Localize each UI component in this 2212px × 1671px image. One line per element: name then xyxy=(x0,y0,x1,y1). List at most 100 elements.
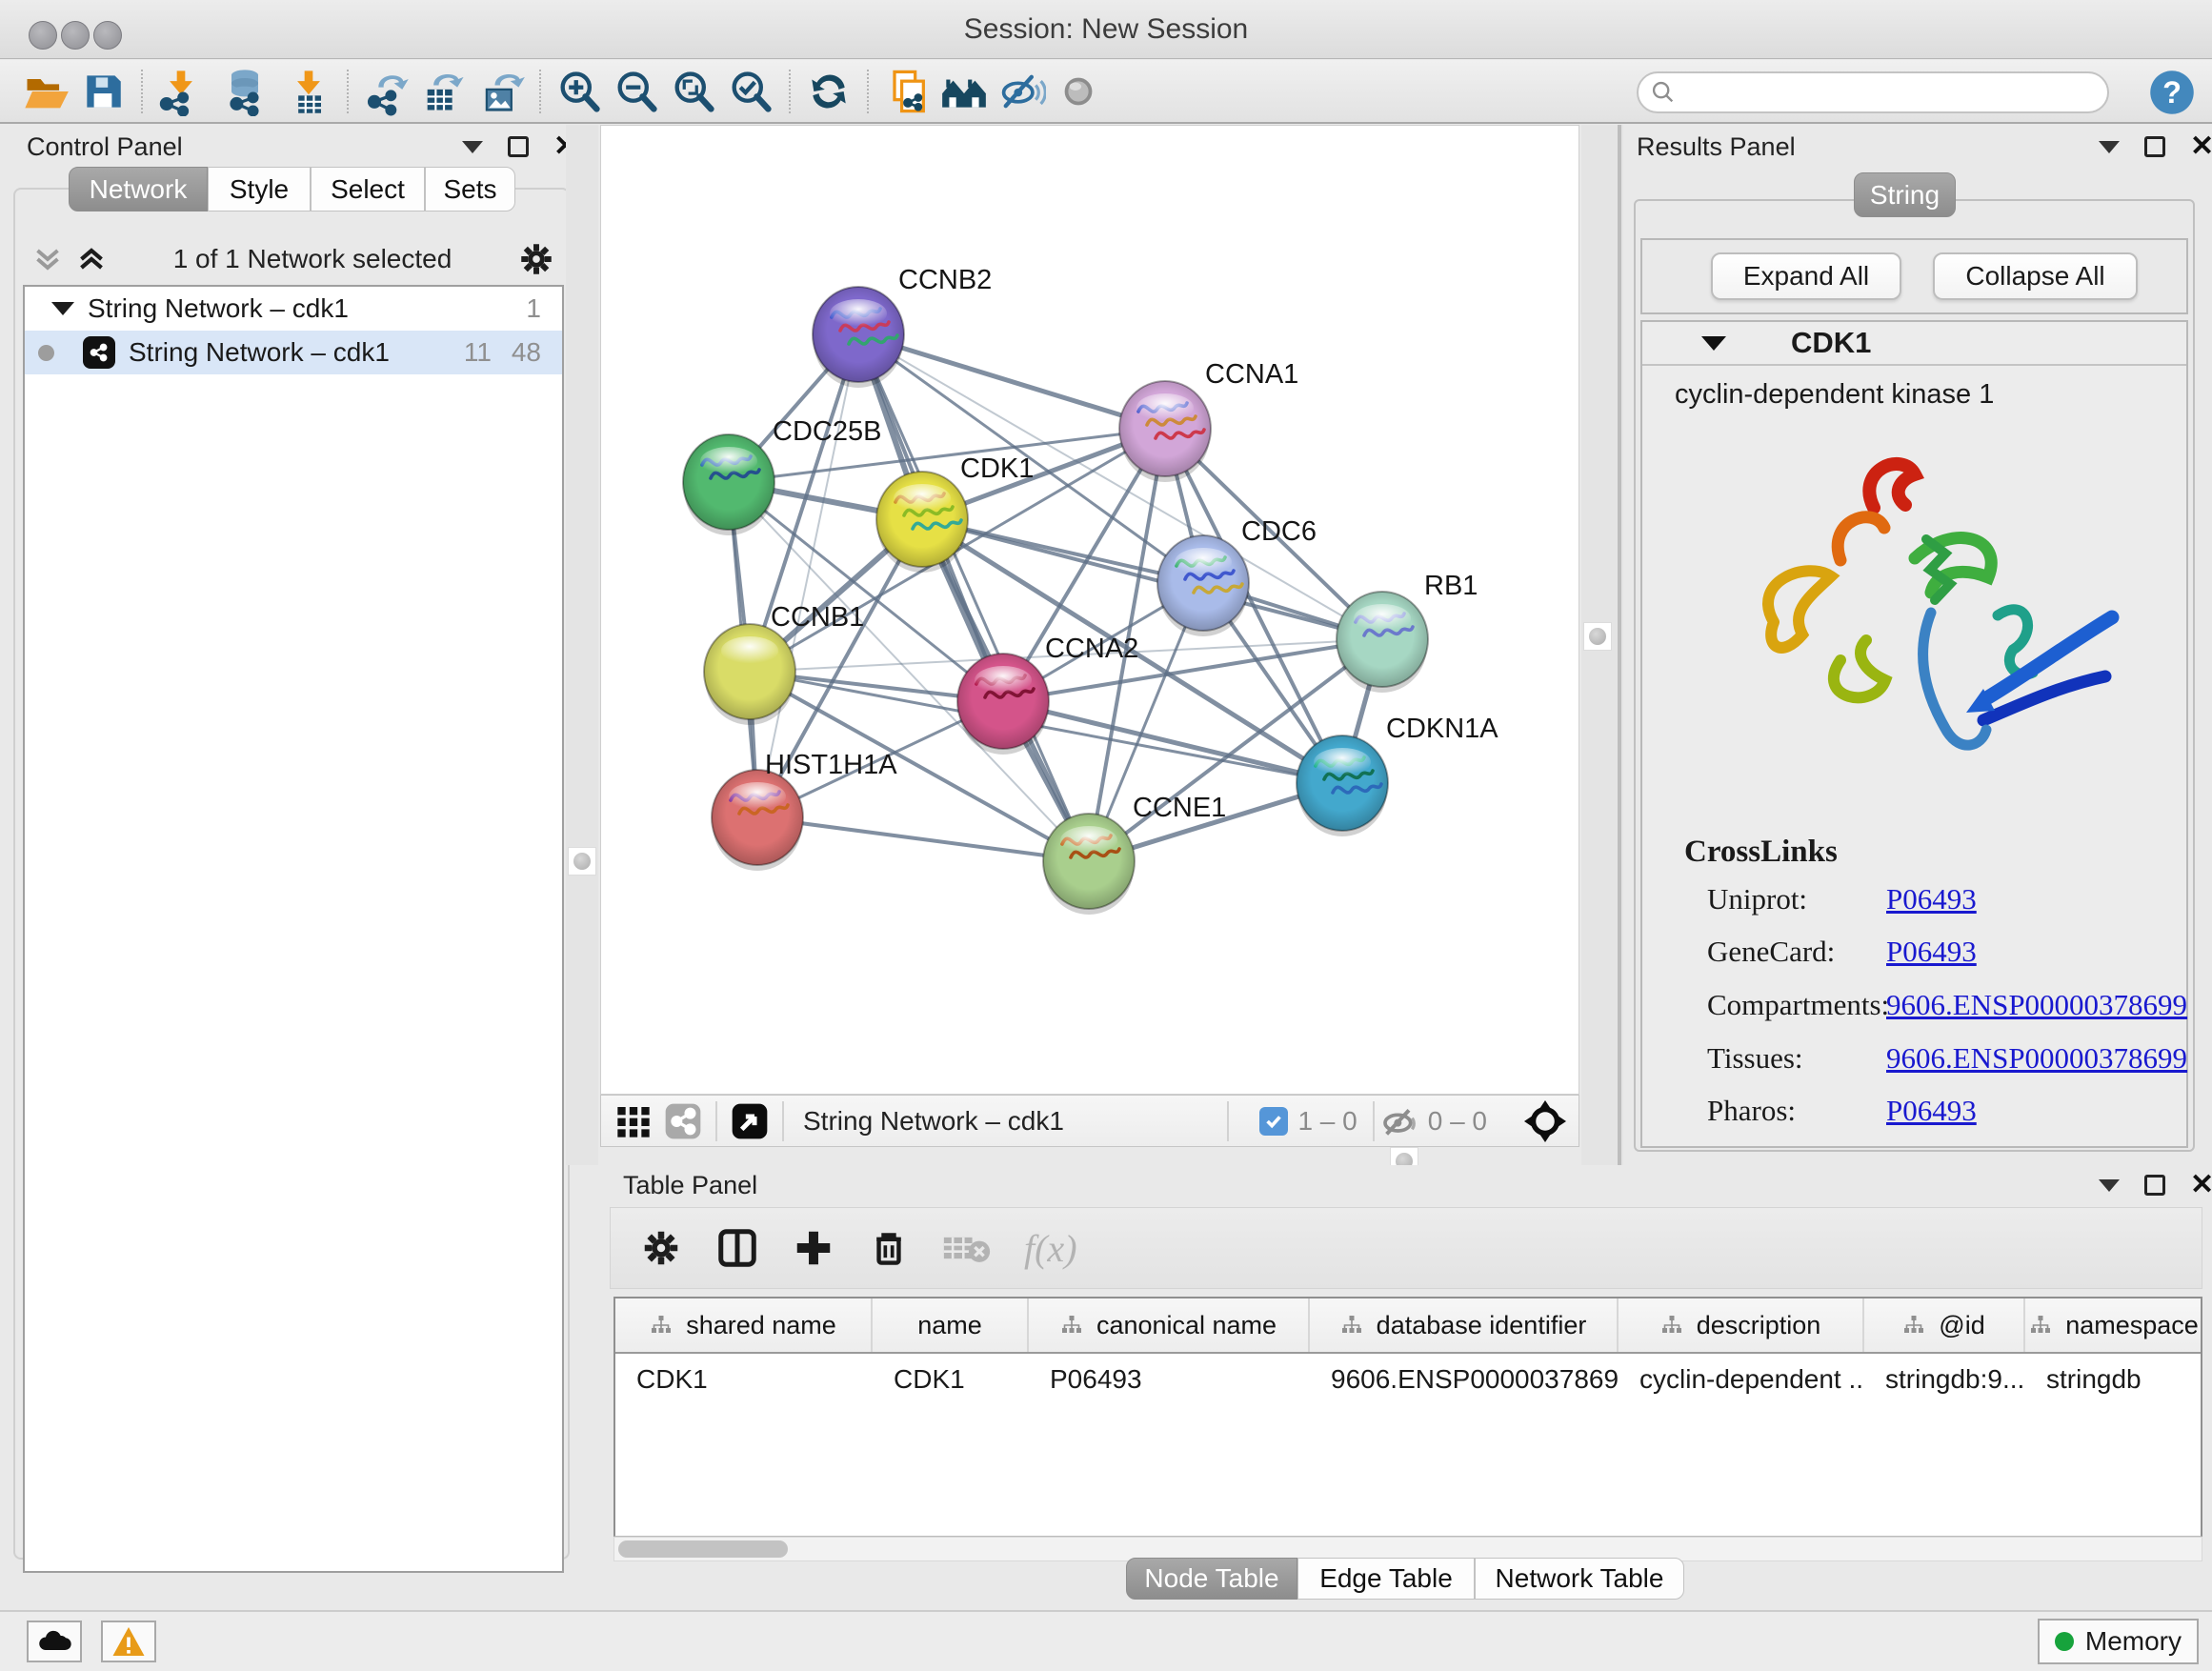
column-header--id[interactable]: @id xyxy=(1864,1299,2025,1352)
clone-network-button[interactable] xyxy=(878,64,935,119)
column-header-canonical-name[interactable]: canonical name xyxy=(1029,1299,1310,1352)
table-cell[interactable]: 9606.ENSP00000378699 xyxy=(1310,1364,1619,1395)
control-panel-float-icon[interactable] xyxy=(508,136,529,157)
expand-all-button[interactable]: Expand All xyxy=(1711,252,1901,300)
grid-view-icon[interactable] xyxy=(614,1102,653,1140)
cloud-status-button[interactable] xyxy=(27,1621,82,1662)
zoom-in-button[interactable] xyxy=(551,64,608,119)
network-node-CCNA1[interactable]: CCNA1 xyxy=(1119,359,1298,482)
tab-string[interactable]: String xyxy=(1854,172,1956,217)
tab-sets[interactable]: Sets xyxy=(425,167,515,211)
show-columns-icon[interactable] xyxy=(715,1226,759,1270)
network-node-CCNE1[interactable]: CCNE1 xyxy=(1043,793,1226,915)
network-node-CDKN1A[interactable]: CDKN1A xyxy=(1297,714,1498,836)
column-header-database-identifier[interactable]: database identifier xyxy=(1310,1299,1619,1352)
cybrowser-home-button[interactable] xyxy=(935,64,993,119)
crosslink-link-compartments[interactable]: 9606.ENSP00000378699 xyxy=(1886,988,2187,1022)
crosslink-link-tissues[interactable]: 9606.ENSP00000378699 xyxy=(1886,1041,2187,1076)
export-image-button[interactable] xyxy=(473,64,530,119)
crosslink-link-uniprot[interactable]: P06493 xyxy=(1886,882,1977,916)
network-edge-CCNB2-HIST1H1A[interactable] xyxy=(757,334,858,817)
zoom-out-button[interactable] xyxy=(608,64,665,119)
export-table-button[interactable] xyxy=(415,64,473,119)
selected-items-checkbox[interactable] xyxy=(1259,1107,1288,1136)
zoom-selected-button[interactable] xyxy=(722,64,779,119)
table-settings-gear-icon[interactable] xyxy=(639,1226,683,1270)
open-session-button[interactable] xyxy=(17,64,74,119)
left-splitter[interactable] xyxy=(566,125,598,1165)
crosslink-link-pharos[interactable]: P06493 xyxy=(1886,1094,1977,1128)
column-header-name[interactable]: name xyxy=(873,1299,1029,1352)
houses-icon xyxy=(938,68,990,115)
results-panel-float-icon[interactable] xyxy=(2144,136,2165,157)
tab-style[interactable]: Style xyxy=(208,167,311,211)
crosslink-link-genecard[interactable]: P06493 xyxy=(1886,935,1977,969)
tab-node-table[interactable]: Node Table xyxy=(1126,1558,1297,1600)
export-network-button[interactable] xyxy=(358,64,415,119)
table-panel-close-icon[interactable]: ✕ xyxy=(2190,1175,2212,1196)
section-expander-icon[interactable] xyxy=(1701,336,1726,351)
scrollbar-thumb[interactable] xyxy=(618,1540,788,1558)
table-row[interactable]: CDK1CDK1P064939606.ENSP00000378699cyclin… xyxy=(615,1354,2201,1405)
expand-all-icon[interactable] xyxy=(74,242,109,276)
table-panel-float-icon[interactable] xyxy=(2144,1175,2165,1196)
results-panel-close-icon[interactable]: ✕ xyxy=(2190,136,2212,157)
import-table-button[interactable] xyxy=(280,64,337,119)
search-input[interactable] xyxy=(1677,78,2077,108)
network-edge-CCNB2-CCNA1[interactable] xyxy=(858,334,1165,429)
warnings-button[interactable] xyxy=(101,1621,156,1662)
search-box[interactable] xyxy=(1637,71,2109,113)
gear-icon[interactable] xyxy=(516,239,556,279)
crosshair-icon[interactable] xyxy=(1523,1099,1567,1143)
show-hide-graphics-button[interactable] xyxy=(993,64,1050,119)
network-row-selected[interactable]: String Network – cdk1 11 48 xyxy=(25,331,562,374)
tab-network[interactable]: Network xyxy=(69,167,208,211)
help-button[interactable]: ? xyxy=(2147,68,2197,122)
tab-edge-table[interactable]: Edge Table xyxy=(1297,1558,1475,1600)
network-collection-row[interactable]: String Network – cdk1 1 xyxy=(25,287,562,331)
crosslink-label: Uniprot: xyxy=(1707,882,1807,916)
tab-select[interactable]: Select xyxy=(311,167,425,211)
network-node-RB1[interactable]: RB1 xyxy=(1337,571,1478,693)
network-node-CDC6[interactable]: CDC6 xyxy=(1157,516,1317,636)
import-database-button[interactable] xyxy=(210,64,280,119)
network-node-HIST1H1A[interactable]: HIST1H1A xyxy=(712,750,897,871)
column-header-namespace[interactable]: namespace xyxy=(2025,1299,2202,1352)
memory-status-dot xyxy=(2055,1632,2074,1651)
add-column-icon[interactable] xyxy=(792,1226,835,1270)
table-cell[interactable]: stringdb:9... xyxy=(1864,1364,2025,1395)
network-view-icon[interactable] xyxy=(664,1102,702,1140)
tab-network-table[interactable]: Network Table xyxy=(1475,1558,1684,1600)
birdseye-view-icon[interactable] xyxy=(731,1102,769,1140)
table-cell[interactable]: P06493 xyxy=(1029,1364,1310,1395)
crosslink-label: Tissues: xyxy=(1707,1041,1803,1076)
save-session-button[interactable] xyxy=(74,64,131,119)
zoom-fit-button[interactable] xyxy=(665,64,722,119)
collapse-all-icon[interactable] xyxy=(30,242,65,276)
hide-panel-button[interactable] xyxy=(1050,64,1107,119)
network-edge-HIST1H1A-CCNE1[interactable] xyxy=(757,817,1089,861)
control-panel-collapse-icon[interactable] xyxy=(462,141,483,153)
table-cell[interactable]: stringdb xyxy=(2025,1364,2202,1395)
table-cell[interactable]: CDK1 xyxy=(615,1364,873,1395)
network-edge-CCNB2-CCNE1[interactable] xyxy=(858,334,1089,861)
table-cell[interactable]: cyclin-dependent ... xyxy=(1619,1364,1864,1395)
table-cell[interactable]: CDK1 xyxy=(873,1364,1029,1395)
gene-section-header[interactable]: CDK1 xyxy=(1642,322,2186,366)
collapse-all-button[interactable]: Collapse All xyxy=(1933,252,2138,300)
results-panel-collapse-icon[interactable] xyxy=(2099,141,2120,153)
apply-layout-button[interactable] xyxy=(800,64,857,119)
left-splitter-handle[interactable] xyxy=(568,847,596,876)
table-panel-collapse-icon[interactable] xyxy=(2099,1179,2120,1192)
import-network-button[interactable] xyxy=(152,64,210,119)
delete-column-icon[interactable] xyxy=(868,1226,910,1270)
right-splitter[interactable] xyxy=(1581,125,1623,1165)
network-canvas[interactable]: CCNB2CCNA1CDC25BCDK1CDC6RB1CCNB1CCNA2CDK… xyxy=(600,125,1579,1095)
right-splitter-handle[interactable] xyxy=(1583,622,1612,651)
column-header-description[interactable]: description xyxy=(1619,1299,1864,1352)
column-header-shared-name[interactable]: shared name xyxy=(615,1299,873,1352)
tree-expander-icon[interactable] xyxy=(51,302,74,315)
memory-button[interactable]: Memory xyxy=(2038,1619,2199,1664)
network-node-CDK1[interactable]: CDK1 xyxy=(876,453,1034,573)
network-edge-CCNA2-CDKN1A[interactable] xyxy=(1003,701,1342,783)
